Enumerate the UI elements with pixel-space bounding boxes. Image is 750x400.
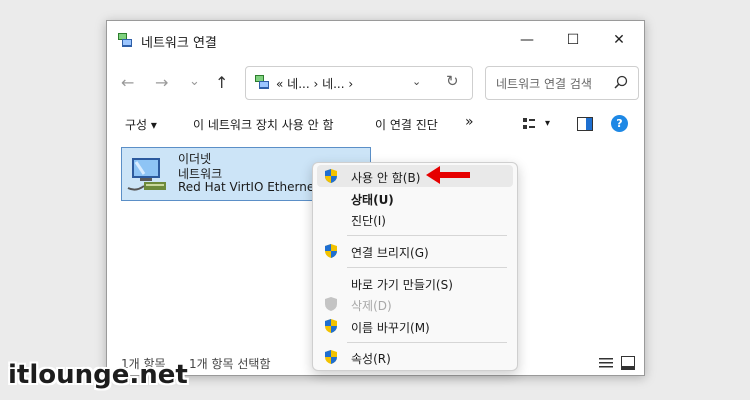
menu-item-delete: 삭제(D) xyxy=(317,293,513,315)
shield-icon xyxy=(325,169,337,183)
menu-separator xyxy=(347,267,507,268)
disable-device-button[interactable]: 이 네트워크 장치 사용 안 함 xyxy=(193,116,334,133)
menu-item-bridge[interactable]: 연결 브리지(G) xyxy=(317,240,513,262)
network-connections-icon xyxy=(255,75,269,89)
diagnose-connection-button[interactable]: 이 연결 진단 xyxy=(375,116,438,133)
address-path[interactable]: « 네... › 네... › xyxy=(276,75,353,92)
menu-label: 상태(U) xyxy=(351,193,394,207)
address-bar[interactable]: « 네... › 네... › ⌄ ↻ xyxy=(245,66,473,100)
close-button[interactable]: ✕ xyxy=(596,21,642,59)
shield-icon xyxy=(325,244,337,258)
network-connections-icon xyxy=(118,33,132,47)
shield-gray-icon xyxy=(325,297,337,311)
command-bar: 구성 ▾ 이 네트워크 장치 사용 안 함 이 연결 진단 » ▾ ? xyxy=(107,109,644,139)
title-bar: 네트워크 연결 — ☐ ✕ xyxy=(107,21,644,59)
minimize-button[interactable]: — xyxy=(504,21,550,59)
menu-item-shortcut[interactable]: 바로 가기 만들기(S) xyxy=(317,272,513,294)
watermark: itlounge.net xyxy=(8,360,188,390)
menu-label: 삭제(D) xyxy=(351,299,392,313)
preview-pane-icon[interactable] xyxy=(577,117,593,131)
address-dropdown-button[interactable]: ⌄ xyxy=(412,75,421,88)
details-view-icon[interactable] xyxy=(599,357,613,369)
selection-count: 1개 항목 선택함 xyxy=(189,357,271,371)
search-box[interactable]: 네트워크 연결 검색 xyxy=(485,66,639,100)
address-row: ← → ⌄ ↑ « 네... › 네... › ⌄ ↻ 네트워크 연결 검색 xyxy=(107,61,644,105)
refresh-button[interactable]: ↻ xyxy=(446,72,459,90)
menu-separator xyxy=(347,342,507,343)
organize-button[interactable]: 구성 ▾ xyxy=(125,116,157,133)
menu-label: 이름 바꾸기(M) xyxy=(351,321,430,335)
search-icon[interactable] xyxy=(614,75,628,89)
menu-label: 연결 브리지(G) xyxy=(351,246,429,260)
menu-item-rename[interactable]: 이름 바꾸기(M) xyxy=(317,315,513,337)
help-icon[interactable]: ? xyxy=(611,115,628,132)
shield-icon xyxy=(325,350,337,364)
forward-button[interactable]: → xyxy=(155,73,168,92)
up-button[interactable]: ↑ xyxy=(215,73,228,92)
window-title: 네트워크 연결 xyxy=(141,36,217,51)
shield-icon xyxy=(325,319,337,333)
menu-label: 사용 안 함(B) xyxy=(351,171,421,185)
large-icons-view-icon[interactable] xyxy=(621,356,635,370)
menu-label: 진단(I) xyxy=(351,214,386,228)
recent-locations-button[interactable]: ⌄ xyxy=(189,74,200,89)
context-menu: 사용 안 함(B) 상태(U) 진단(I) 연결 브리지(G) 바로 가기 만들… xyxy=(312,162,518,371)
back-button[interactable]: ← xyxy=(121,73,134,92)
menu-item-diagnose[interactable]: 진단(I) xyxy=(317,208,513,230)
more-commands-button[interactable]: » xyxy=(465,114,474,130)
search-placeholder: 네트워크 연결 검색 xyxy=(496,77,592,91)
menu-separator xyxy=(347,235,507,236)
view-dropdown-button[interactable]: ▾ xyxy=(545,118,550,129)
item-device: Red Hat VirtIO Ethernet A xyxy=(178,180,331,194)
menu-item-status[interactable]: 상태(U) xyxy=(317,187,513,209)
annotation-arrow-icon xyxy=(426,166,470,184)
menu-label: 속성(R) xyxy=(351,352,391,366)
menu-label: 바로 가기 만들기(S) xyxy=(351,278,453,292)
maximize-button[interactable]: ☐ xyxy=(550,21,596,59)
menu-item-disable[interactable]: 사용 안 함(B) xyxy=(317,165,513,187)
network-adapter-icon xyxy=(127,158,166,191)
menu-item-properties[interactable]: 속성(R) xyxy=(317,346,513,368)
view-options-icon[interactable] xyxy=(523,118,537,130)
